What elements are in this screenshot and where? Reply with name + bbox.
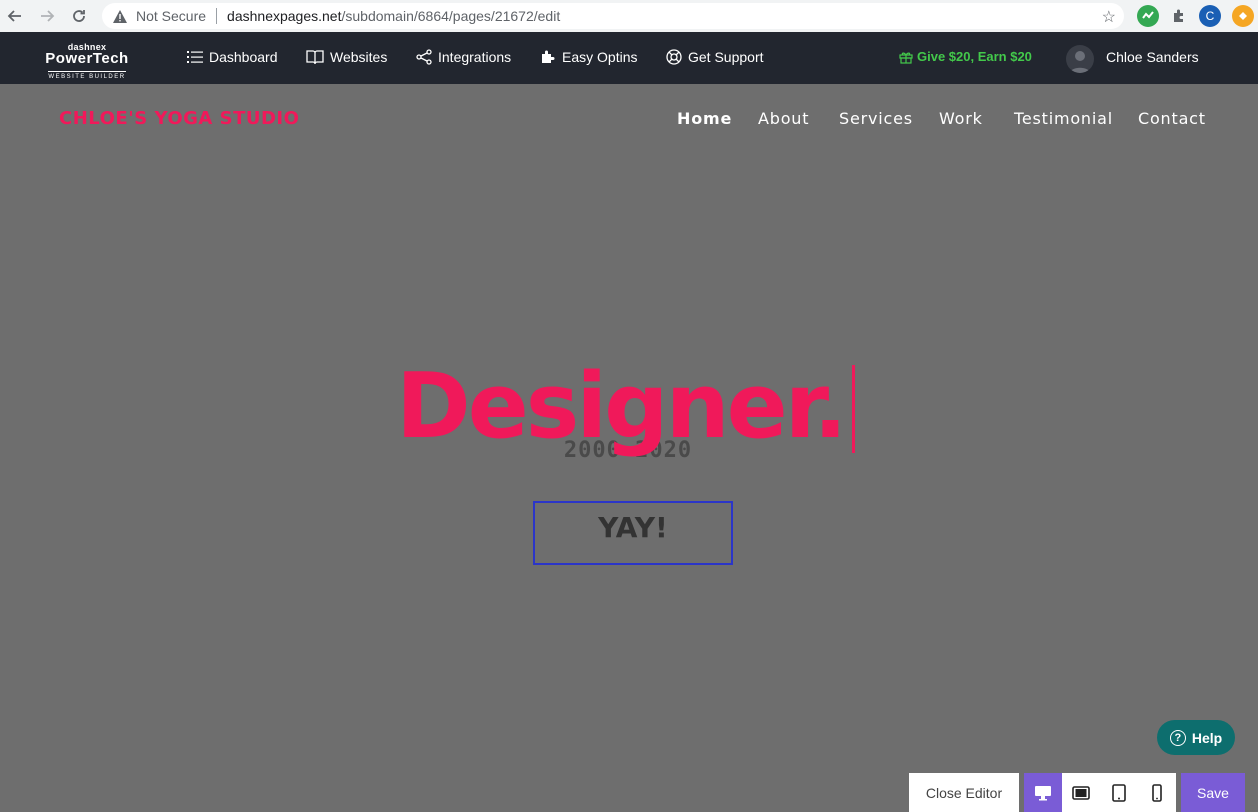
yay-button[interactable]: YAY!: [533, 501, 733, 565]
hero-title[interactable]: Designer.: [396, 352, 847, 462]
extension-green-icon[interactable]: [1137, 5, 1159, 27]
forward-button[interactable]: [35, 4, 59, 28]
extensions-puzzle-icon[interactable]: [1168, 5, 1190, 27]
puzzle-icon: [542, 50, 555, 63]
menu-label: Easy Optins: [562, 49, 638, 65]
text-cursor: [852, 365, 855, 453]
menu-websites[interactable]: Websites: [306, 49, 387, 65]
arrow-right-icon: [41, 10, 55, 22]
address-bar[interactable]: Not Secure dashnexpages.net /subdomain/6…: [102, 3, 1124, 29]
tablet-portrait-icon: [1112, 783, 1126, 802]
reload-button[interactable]: [67, 4, 91, 28]
security-label: Not Secure: [136, 8, 207, 24]
list-icon: [187, 51, 203, 63]
gift-icon: [899, 52, 913, 64]
question-circle-icon: ?: [1169, 729, 1186, 746]
site-nav-work[interactable]: Work: [939, 109, 983, 128]
site-nav-home[interactable]: Home: [677, 109, 732, 128]
book-icon: [306, 50, 324, 65]
menu-dashboard[interactable]: Dashboard: [187, 49, 278, 65]
back-button[interactable]: [3, 4, 27, 28]
logo-line-2: PowerTech: [45, 50, 129, 67]
profile-avatar[interactable]: C: [1199, 5, 1221, 27]
device-preview-switcher: [1024, 773, 1176, 812]
bookmark-star-icon[interactable]: ☆: [1102, 7, 1116, 27]
device-desktop-button[interactable]: [1024, 773, 1062, 812]
save-button[interactable]: Save: [1181, 773, 1245, 812]
warning-icon: [112, 8, 128, 24]
menu-label: Dashboard: [209, 49, 278, 65]
menu-label: Integrations: [438, 49, 512, 65]
arrow-left-icon: [7, 10, 21, 22]
close-editor-button[interactable]: Close Editor: [909, 773, 1019, 812]
mobile-icon: [1152, 783, 1162, 802]
menu-integrations[interactable]: Integrations: [416, 49, 511, 65]
tablet-landscape-icon: [1072, 785, 1090, 800]
user-name[interactable]: Chloe Sanders: [1106, 49, 1199, 65]
powertech-logo[interactable]: dashnex PowerTech WEBSITE BUILDER: [44, 43, 130, 81]
user-avatar[interactable]: [1066, 45, 1094, 73]
promo-label: Give $20, Earn $20: [917, 49, 1032, 64]
site-nav-testimonial[interactable]: Testimonial: [1014, 109, 1113, 128]
menu-get-support[interactable]: Get Support: [666, 49, 764, 65]
device-tablet-landscape-button[interactable]: [1062, 773, 1100, 812]
share-icon: [416, 49, 432, 65]
menu-label: Get Support: [688, 49, 764, 65]
desktop-icon: [1035, 785, 1051, 800]
logo-line-3: WEBSITE BUILDER: [48, 71, 126, 81]
site-nav-about[interactable]: About: [758, 109, 809, 128]
app-header: dashnex PowerTech WEBSITE BUILDER Dashbo…: [0, 32, 1258, 84]
lifebuoy-icon: [666, 49, 682, 65]
yay-button-label: YAY!: [598, 511, 668, 544]
extension-orange-icon[interactable]: [1232, 5, 1254, 27]
url-path: /subdomain/6864/pages/21672/edit: [341, 8, 561, 24]
site-nav-contact[interactable]: Contact: [1138, 109, 1206, 128]
help-label: Help: [1191, 729, 1223, 746]
menu-easy-optins[interactable]: Easy Optins: [540, 49, 637, 65]
help-button[interactable]: ? Help: [1157, 720, 1235, 755]
reload-icon: [73, 10, 85, 22]
divider: [216, 8, 218, 24]
browser-toolbar: Not Secure dashnexpages.net /subdomain/6…: [0, 0, 1258, 32]
referral-promo-link[interactable]: Give $20, Earn $20: [899, 49, 1032, 64]
device-tablet-portrait-button[interactable]: [1100, 773, 1138, 812]
site-logo[interactable]: CHLOE'S YOGA STUDIO: [59, 108, 299, 129]
device-mobile-button[interactable]: [1138, 773, 1176, 812]
site-nav-services[interactable]: Services: [839, 109, 913, 128]
url-domain: dashnexpages.net: [227, 8, 342, 24]
menu-label: Websites: [330, 49, 388, 65]
